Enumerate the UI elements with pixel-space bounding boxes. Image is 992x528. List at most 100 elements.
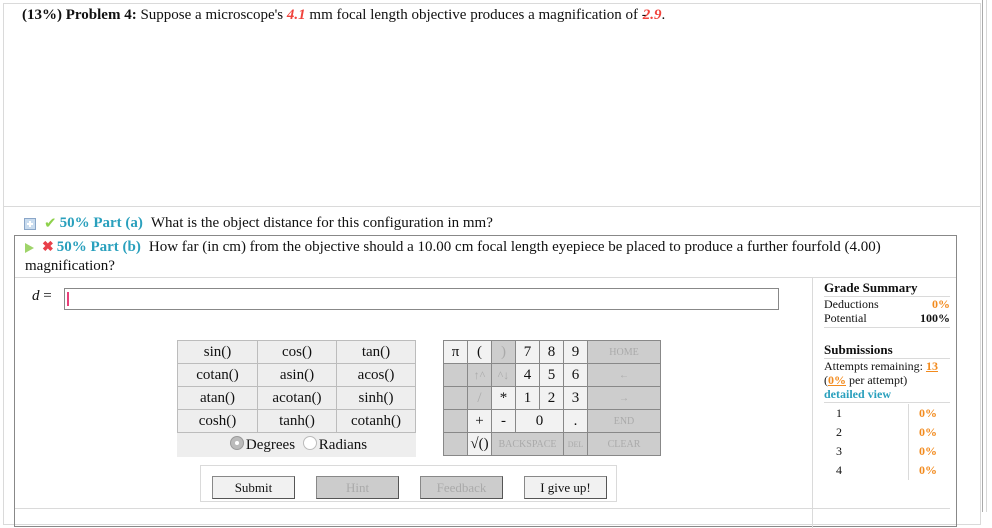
key-right-arrow[interactable]: → [587, 386, 661, 410]
fn-sin[interactable]: sin() [177, 340, 258, 364]
key-multiply[interactable]: * [491, 386, 516, 410]
expand-icon[interactable] [24, 217, 36, 230]
key-lparen[interactable]: ( [467, 340, 492, 364]
key-home[interactable]: HOME [587, 340, 661, 364]
problem-text-1: Suppose a microscope's [140, 7, 284, 23]
key-del[interactable]: DEL [563, 432, 588, 456]
part-b-header: ✖ 50% Part (b) How far (in cm) from the … [25, 238, 950, 276]
detailed-view-link[interactable]: detailed view [824, 387, 950, 403]
fn-acotan[interactable]: acotan() [257, 386, 337, 410]
fn-cos[interactable]: cos() [257, 340, 337, 364]
give-up-button[interactable]: I give up! [524, 476, 607, 499]
attempt-percent: 0% [919, 463, 937, 477]
divider [15, 277, 956, 278]
fn-tanh[interactable]: tanh() [257, 409, 337, 433]
variable-name: d [32, 288, 40, 304]
key-blank [443, 432, 468, 456]
hint-button[interactable]: Hint [316, 476, 399, 499]
part-a-question: What is the object distance for this con… [150, 215, 493, 231]
fn-sinh[interactable]: sinh() [336, 386, 416, 410]
problem-weight: (13%) [22, 7, 62, 23]
fn-atan[interactable]: atan() [177, 386, 258, 410]
attempt-percent: 0% [919, 425, 937, 439]
fn-tan[interactable]: tan() [336, 340, 416, 364]
key-minus[interactable]: - [491, 409, 516, 433]
attempt-number: 3 [824, 442, 909, 461]
divider [15, 508, 950, 509]
part-a-label: 50% Part (a) [59, 215, 143, 231]
attempt-number: 1 [824, 404, 909, 423]
radians-radio[interactable] [302, 436, 317, 450]
magnification-value: 2.9 [642, 7, 662, 23]
attempts-table: 1 0% 2 0% 3 0% 4 0% [824, 404, 950, 480]
radians-label[interactable]: Radians [319, 437, 367, 453]
key-blank [443, 409, 468, 433]
degrees-label[interactable]: Degrees [246, 437, 295, 453]
degrees-radio[interactable] [229, 436, 244, 450]
fn-cosh[interactable]: cosh() [177, 409, 258, 433]
key-blank [443, 386, 468, 410]
key-5[interactable]: 5 [539, 363, 564, 387]
answer-input[interactable] [64, 288, 779, 310]
fn-asin[interactable]: asin() [257, 363, 337, 387]
divider [4, 206, 980, 207]
part-b-label: 50% Part (b) [56, 239, 141, 255]
key-3[interactable]: 3 [563, 386, 588, 410]
deductions-label: Deductions [824, 297, 879, 311]
grade-summary-title: Grade Summary [824, 280, 950, 297]
attempts-label: Attempts remaining: [824, 359, 923, 373]
attempt-percent: 0% [919, 444, 937, 458]
key-rparen[interactable]: ) [491, 340, 516, 364]
key-6[interactable]: 6 [563, 363, 588, 387]
key-1[interactable]: 1 [515, 386, 540, 410]
problem-label: Problem 4: [65, 7, 137, 23]
key-4[interactable]: 4 [515, 363, 540, 387]
angle-mode: Degrees Radians [177, 432, 416, 457]
attempt-number: 2 [824, 423, 909, 442]
key-left-arrow[interactable]: ← [587, 363, 661, 387]
scrollbar-track[interactable] [982, 0, 983, 512]
attempt-number: 4 [824, 461, 909, 480]
text-cursor [67, 292, 69, 306]
part-b-question: How far (in cm) from the objective shoul… [148, 239, 881, 255]
part-a-row[interactable]: ✔ 50% Part (a) What is the object distan… [24, 214, 493, 233]
key-end[interactable]: END [587, 409, 661, 433]
key-plus[interactable]: + [467, 409, 492, 433]
key-7[interactable]: 7 [515, 340, 540, 364]
attempts-remaining: 13 [925, 359, 938, 373]
key-sqrt[interactable]: √() [467, 432, 492, 456]
feedback-button[interactable]: Feedback [420, 476, 503, 499]
key-blank [443, 363, 468, 387]
key-0[interactable]: 0 [515, 409, 564, 433]
key-down[interactable]: ^↓ [491, 363, 516, 387]
grade-summary: Grade Summary Deductions 0% Potential 100%… [824, 280, 950, 480]
key-pi[interactable]: π [443, 340, 468, 364]
potential-label: Potential [824, 311, 867, 325]
focal-length-value: 4.1 [286, 7, 306, 23]
key-8[interactable]: 8 [539, 340, 564, 364]
key-2[interactable]: 2 [539, 386, 564, 410]
key-up[interactable]: ↑^ [467, 363, 492, 387]
key-clear[interactable]: CLEAR [587, 432, 661, 456]
equals-sign: = [39, 288, 52, 304]
submissions-title: Submissions [824, 342, 950, 359]
key-9[interactable]: 9 [563, 340, 588, 364]
problem-period: . [661, 7, 666, 23]
fn-cotan[interactable]: cotan() [177, 363, 258, 387]
fn-acos[interactable]: acos() [336, 363, 416, 387]
key-divide[interactable]: / [467, 386, 492, 410]
submit-button[interactable]: Submit [212, 476, 295, 499]
per-attempt-value: 0% [828, 373, 846, 387]
keypad: π ( ) 7 8 9 HOME ↑^ ^↓ 4 5 6 ← / * 1 2 3… [443, 340, 661, 456]
key-dot[interactable]: . [563, 409, 588, 433]
divider [812, 278, 813, 528]
function-palette: sin() cos() tan() cotan() asin() acos() … [177, 340, 416, 457]
checkmark-icon: ✔ [44, 216, 57, 232]
per-attempt-text: per attempt) [846, 373, 908, 387]
fn-cotanh[interactable]: cotanh() [336, 409, 416, 433]
problem-text-2: mm focal length objective produces a mag… [309, 7, 639, 23]
key-backspace[interactable]: BACKSPACE [491, 432, 564, 456]
scrollbar-edge [986, 0, 987, 512]
incorrect-x-icon: ✖ [42, 240, 54, 255]
potential-value: 100% [920, 311, 950, 325]
